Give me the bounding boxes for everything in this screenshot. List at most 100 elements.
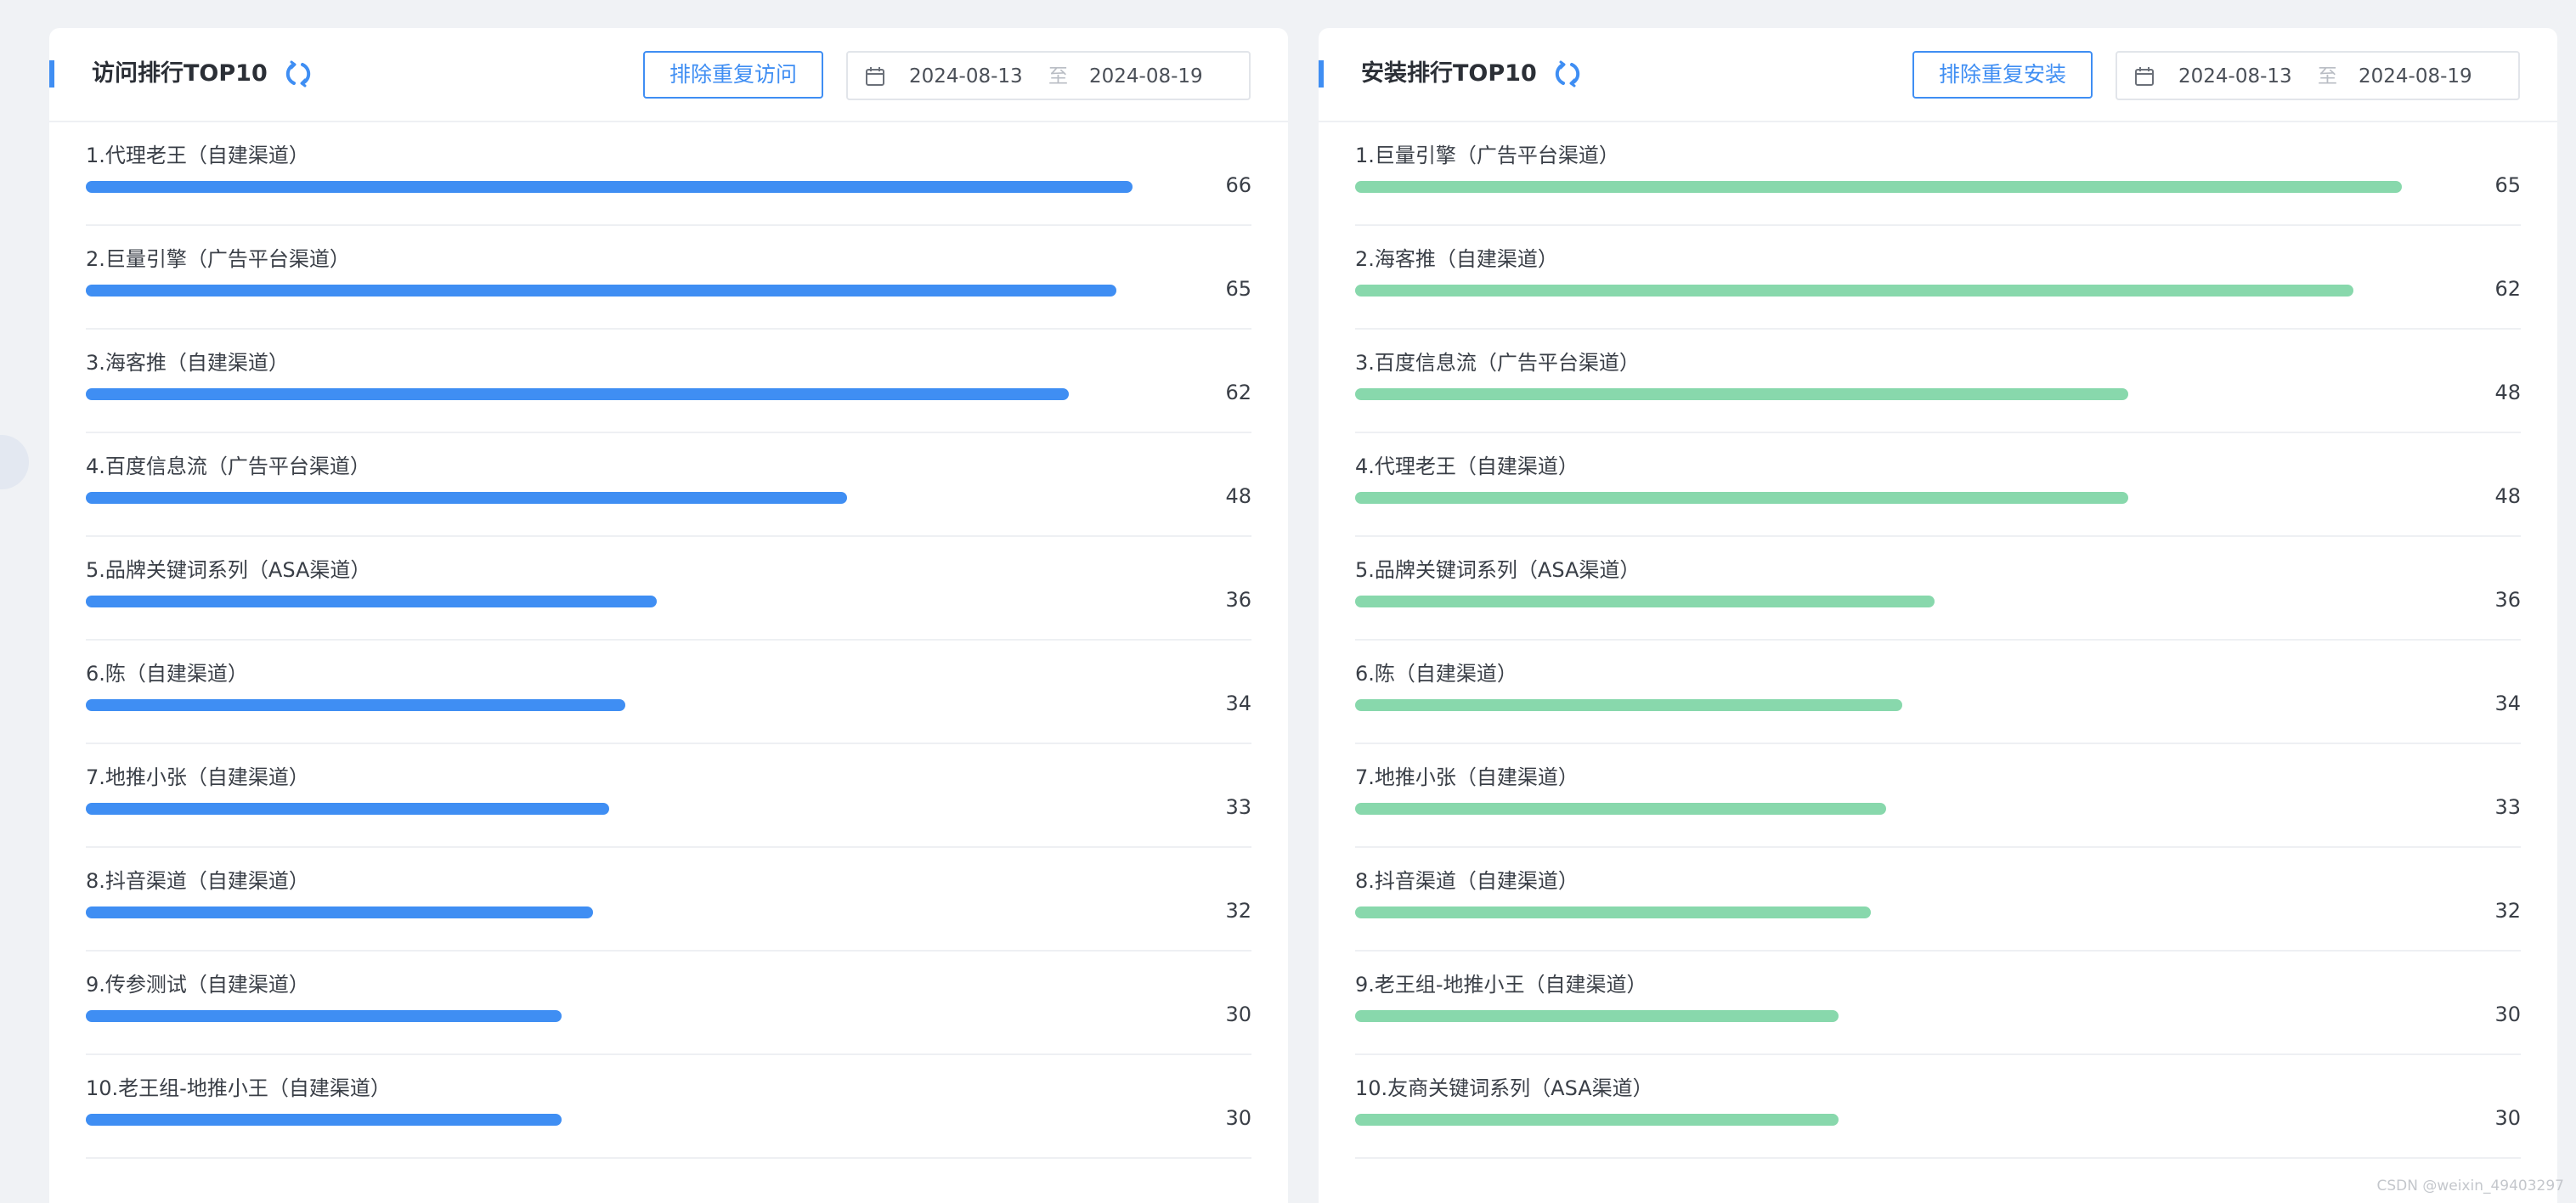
ranking-label: 9.老王组-地推小王（自建渠道） (1355, 973, 1647, 997)
ranking-bar-track (1355, 906, 2460, 918)
ranking-label: 9.传参测试（自建渠道） (86, 973, 309, 997)
ranking-value: 36 (1225, 588, 1251, 612)
ranking-row: 7.地推小张（自建渠道） 33 (1355, 744, 2521, 848)
ranking-label: 10.老王组-地推小王（自建渠道） (86, 1076, 391, 1100)
ranking-bar-track (86, 181, 1190, 193)
ranking-row: 9.传参测试（自建渠道） 30 (86, 952, 1251, 1055)
panel-title: 访问排行TOP10 (92, 60, 268, 87)
ranking-bar (86, 181, 1133, 193)
ranking-bar-track (86, 699, 1190, 711)
install-ranking-panel: 安装排行TOP10 排除重复安装 2024-08-13 至 2024-08-19 (1319, 28, 2557, 1203)
ranking-value: 33 (1225, 795, 1251, 819)
ranking-bar-track (86, 285, 1190, 297)
ranking-label: 8.抖音渠道（自建渠道） (86, 869, 309, 893)
ranking-value: 65 (1225, 277, 1251, 301)
exclude-duplicate-installs-button[interactable]: 排除重复安装 (1912, 51, 2093, 99)
ranking-row: 4.代理老王（自建渠道） 48 (1355, 433, 2521, 537)
ranking-label: 4.代理老王（自建渠道） (1355, 455, 1579, 478)
ranking-bar-track (86, 906, 1190, 918)
ranking-row: 2.海客推（自建渠道） 62 (1355, 226, 2521, 330)
ranking-value: 32 (1225, 899, 1251, 923)
ranking-bar (1355, 1010, 1839, 1022)
ranking-label: 2.海客推（自建渠道） (1355, 247, 1558, 271)
ranking-row: 6.陈（自建渠道） 34 (1355, 641, 2521, 744)
ranking-label: 3.海客推（自建渠道） (86, 351, 289, 375)
ranking-value: 34 (2494, 692, 2521, 715)
ranking-row: 2.巨量引擎（广告平台渠道） 65 (86, 226, 1251, 330)
date-start-input[interactable]: 2024-08-13 (2178, 65, 2292, 88)
ranking-label: 1.巨量引擎（广告平台渠道） (1355, 144, 1619, 167)
ranking-bar-track (1355, 388, 2460, 400)
ranking-row: 5.品牌关键词系列（ASA渠道） 36 (1355, 537, 2521, 641)
ranking-bar (1355, 492, 2128, 504)
ranking-value: 30 (2494, 1002, 2521, 1026)
ranking-value: 36 (2494, 588, 2521, 612)
ranking-label: 1.代理老王（自建渠道） (86, 144, 309, 167)
visit-ranking-panel: 访问排行TOP10 排除重复访问 2024-08-13 至 2024-08-19 (49, 28, 1288, 1203)
ranking-row: 8.抖音渠道（自建渠道） 32 (86, 848, 1251, 952)
ranking-row: 3.百度信息流（广告平台渠道） 48 (1355, 330, 2521, 433)
ranking-row: 5.品牌关键词系列（ASA渠道） 36 (86, 537, 1251, 641)
ranking-bar-track (1355, 1010, 2460, 1022)
refresh-icon[interactable] (1553, 59, 1582, 88)
ranking-label: 5.品牌关键词系列（ASA渠道） (86, 558, 371, 582)
panel-title: 安装排行TOP10 (1361, 60, 1537, 87)
ranking-label: 10.友商关键词系列（ASA渠道） (1355, 1076, 1653, 1100)
ranking-row: 3.海客推（自建渠道） 62 (86, 330, 1251, 433)
ranking-bar (1355, 388, 2128, 400)
ranking-value: 30 (1225, 1106, 1251, 1130)
ranking-bar-track (1355, 699, 2460, 711)
ranking-bar-track (1355, 285, 2460, 297)
ranking-bar (86, 388, 1069, 400)
date-start-input[interactable]: 2024-08-13 (909, 65, 1023, 88)
date-separator: 至 (1048, 65, 1068, 88)
ranking-row: 8.抖音渠道（自建渠道） 32 (1355, 848, 2521, 952)
ranking-bar (86, 596, 657, 607)
ranking-bar-track (1355, 181, 2460, 193)
ranking-label: 5.品牌关键词系列（ASA渠道） (1355, 558, 1641, 582)
ranking-bar (1355, 803, 1886, 815)
ranking-row: 10.老王组-地推小王（自建渠道） 30 (86, 1055, 1251, 1159)
ranking-row: 4.百度信息流（广告平台渠道） 48 (86, 433, 1251, 537)
ranking-bar (86, 803, 609, 815)
ranking-bar-track (86, 492, 1190, 504)
ranking-bar (86, 1114, 562, 1126)
ranking-bar (1355, 596, 1935, 607)
ranking-bar-track (1355, 492, 2460, 504)
ranking-row: 1.代理老王（自建渠道） 66 (86, 122, 1251, 226)
calendar-icon (866, 67, 884, 86)
title-accent-bar (1319, 60, 1324, 88)
ranking-bar (1355, 1114, 1839, 1126)
exclude-duplicate-visits-button[interactable]: 排除重复访问 (643, 51, 823, 99)
ranking-label: 7.地推小张（自建渠道） (1355, 765, 1579, 789)
date-end-input[interactable]: 2024-08-19 (1089, 65, 1203, 88)
ranking-value: 30 (1225, 1002, 1251, 1026)
refresh-icon[interactable] (284, 59, 313, 88)
ranking-bar (1355, 699, 1902, 711)
ranking-bar (1355, 285, 2353, 297)
ranking-label: 8.抖音渠道（自建渠道） (1355, 869, 1579, 893)
install-ranking-list: 1.巨量引擎（广告平台渠道） 65 2.海客推（自建渠道） 62 3.百度信息流（广告平… (1355, 122, 2521, 1159)
ranking-value: 62 (1225, 381, 1251, 404)
page: 访问排行TOP10 排除重复访问 2024-08-13 至 2024-08-19 (0, 0, 2576, 1203)
date-range-picker[interactable]: 2024-08-13 至 2024-08-19 (2116, 51, 2520, 100)
ranking-bar (1355, 906, 1871, 918)
ranking-value: 66 (1225, 173, 1251, 197)
ranking-value: 65 (2494, 173, 2521, 197)
ranking-row: 10.友商关键词系列（ASA渠道） 30 (1355, 1055, 2521, 1159)
ranking-value: 48 (1225, 484, 1251, 508)
ranking-value: 62 (2494, 277, 2521, 301)
panel-header: 访问排行TOP10 排除重复访问 2024-08-13 至 2024-08-19 (49, 28, 1288, 122)
ranking-bar (86, 285, 1116, 297)
ranking-bar-track (1355, 803, 2460, 815)
side-collapse-handle[interactable] (0, 435, 29, 489)
date-end-input[interactable]: 2024-08-19 (2359, 65, 2472, 88)
ranking-label: 4.百度信息流（广告平台渠道） (86, 455, 370, 478)
ranking-value: 32 (2494, 899, 2521, 923)
ranking-value: 48 (2494, 484, 2521, 508)
ranking-row: 9.老王组-地推小王（自建渠道） 30 (1355, 952, 2521, 1055)
calendar-icon (2135, 67, 2154, 86)
ranking-bar (86, 699, 625, 711)
date-range-picker[interactable]: 2024-08-13 至 2024-08-19 (846, 51, 1251, 100)
ranking-bar (86, 1010, 562, 1022)
